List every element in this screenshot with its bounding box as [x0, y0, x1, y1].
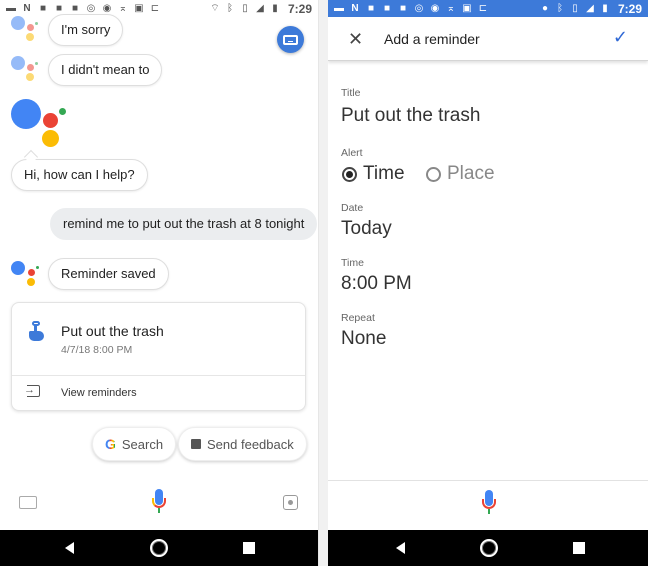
- reminder-datetime: 4/7/18 8:00 PM: [61, 344, 133, 356]
- search-chip-label: Search: [121, 436, 164, 452]
- chrome-icon: ◉: [102, 2, 112, 14]
- flipboard-icon: ⊏: [478, 2, 488, 14]
- message-bubble: I didn't mean to: [48, 54, 163, 86]
- google-g-icon: G: [105, 436, 116, 452]
- image-icon: ▣: [462, 2, 472, 14]
- send-feedback-chip[interactable]: Send feedback: [178, 427, 307, 461]
- flipboard-icon: ⊏: [150, 2, 160, 14]
- repeat-label: Repeat: [341, 312, 375, 324]
- assistant-logo-icon: [10, 260, 40, 290]
- message-icon: ▬: [334, 2, 344, 14]
- user-message-bubble: remind me to put out the trash at 8 toni…: [50, 208, 318, 240]
- alert-place-label: Place: [447, 163, 495, 184]
- input-bar: [328, 480, 648, 530]
- assistant-screen: ▬ N ■ ■ ■ ◎ ◉ ⌅ ▣ ⊏ ⌔ ᛒ ▯ ◢ ▮ 7:29 I'm s…: [0, 0, 319, 566]
- page-title: Add a reminder: [384, 31, 480, 47]
- signal-icon: ◢: [586, 2, 594, 14]
- reminder-hand-icon: [28, 321, 46, 343]
- battery-icon: ▮: [602, 2, 608, 14]
- recents-icon[interactable]: [573, 542, 585, 554]
- facebook-icon: ■: [71, 2, 79, 14]
- vibrate-icon: ▯: [572, 2, 578, 14]
- status-time: 7:29: [287, 1, 312, 16]
- input-bar: [0, 480, 318, 530]
- radio-checked-icon: [342, 166, 357, 182]
- mic-button[interactable]: [151, 489, 167, 519]
- date-label: Date: [341, 202, 364, 214]
- back-icon[interactable]: [65, 542, 74, 554]
- status-time: 7:29: [617, 1, 642, 16]
- mic-button[interactable]: [481, 490, 497, 520]
- vibrate-icon: ▯: [242, 2, 248, 14]
- home-icon[interactable]: [480, 539, 498, 557]
- chrome-icon: ◉: [430, 2, 440, 14]
- view-reminders-label: View reminders: [61, 387, 137, 399]
- signal-icon: ◢: [256, 2, 264, 14]
- facebook-icon: ■: [383, 2, 391, 14]
- app-bar: ✕ Add a reminder ✓: [328, 17, 648, 61]
- message-bubble: I'm sorry: [48, 14, 124, 46]
- title-field[interactable]: Put out the trash: [341, 105, 480, 127]
- nav-bar: [0, 530, 318, 566]
- back-icon[interactable]: [396, 542, 405, 554]
- message-bubble: Reminder saved: [48, 258, 169, 290]
- keyboard-button[interactable]: [277, 26, 304, 53]
- nav-bar: [328, 530, 648, 566]
- location-icon: ●: [541, 2, 548, 14]
- send-feedback-label: Send feedback: [207, 436, 294, 452]
- keyboard-icon[interactable]: [19, 496, 37, 509]
- add-reminder-screen: ▬ N ■ ■ ■ ◎ ◉ ⌅ ▣ ⊏ ● ᛒ ▯ ◢ ▮ 7:29 ✕ Add…: [328, 0, 648, 566]
- cast-icon: ◎: [86, 2, 96, 14]
- keyboard-icon: [283, 34, 298, 45]
- view-reminders-button[interactable]: → View reminders: [12, 376, 305, 411]
- image-icon: ▣: [134, 2, 144, 14]
- close-icon[interactable]: ✕: [348, 30, 363, 48]
- notification-icons: ▬ N ■ ■ ■ ◎ ◉ ⌅ ▣ ⊏: [334, 2, 540, 14]
- title-label: Title: [341, 87, 361, 99]
- assistant-logo-large-icon: [10, 98, 70, 150]
- search-chip[interactable]: G Search: [92, 427, 177, 461]
- battery-icon: ▮: [272, 2, 278, 14]
- bluetooth-icon: ᛒ: [226, 2, 233, 14]
- arrow-icon: →: [24, 384, 35, 396]
- facebook-icon: ■: [399, 2, 407, 14]
- status-bar: ▬ N ■ ■ ■ ◎ ◉ ⌅ ▣ ⊏ ⌔ ᛒ ▯ ◢ ▮ 7:29: [0, 0, 318, 17]
- facebook-icon: ■: [39, 2, 47, 14]
- date-field[interactable]: Today: [341, 218, 392, 240]
- reminder-title: Put out the trash: [61, 323, 164, 339]
- repeat-field[interactable]: None: [341, 328, 386, 350]
- assistant-logo-icon: [10, 56, 40, 86]
- radio-unchecked-icon: [426, 166, 441, 182]
- message-icon: ▬: [6, 2, 16, 14]
- reminder-card[interactable]: Put out the trash 4/7/18 8:00 PM → View …: [11, 302, 306, 411]
- netflix-icon: N: [351, 2, 359, 14]
- assistant-greeting-bubble: Hi, how can I help?: [11, 159, 148, 191]
- alert-time-label: Time: [363, 163, 405, 184]
- cast-icon: ◎: [414, 2, 424, 14]
- facebook-icon: ■: [55, 2, 63, 14]
- feedback-icon: [191, 439, 201, 449]
- alert-label: Alert: [341, 147, 363, 159]
- alert-place-radio[interactable]: Place: [426, 163, 495, 185]
- save-check-icon[interactable]: ✓: [613, 28, 628, 46]
- netflix-icon: N: [23, 2, 31, 14]
- lens-icon[interactable]: [283, 495, 298, 510]
- bluetooth-icon: ᛒ: [556, 2, 563, 14]
- home-icon[interactable]: [150, 539, 168, 557]
- assistant-logo-icon: [10, 16, 40, 46]
- alert-time-radio[interactable]: Time: [342, 163, 405, 185]
- time-field[interactable]: 8:00 PM: [341, 273, 412, 295]
- time-label: Time: [341, 257, 364, 269]
- missed-call-icon: ⌅: [446, 2, 456, 14]
- wifi-icon: ⌔: [210, 2, 220, 14]
- missed-call-icon: ⌅: [118, 2, 128, 14]
- recents-icon[interactable]: [243, 542, 255, 554]
- facebook-icon: ■: [367, 2, 375, 14]
- status-bar: ▬ N ■ ■ ■ ◎ ◉ ⌅ ▣ ⊏ ● ᛒ ▯ ◢ ▮ 7:29: [328, 0, 648, 17]
- notification-icons: ▬ N ■ ■ ■ ◎ ◉ ⌅ ▣ ⊏: [6, 2, 210, 14]
